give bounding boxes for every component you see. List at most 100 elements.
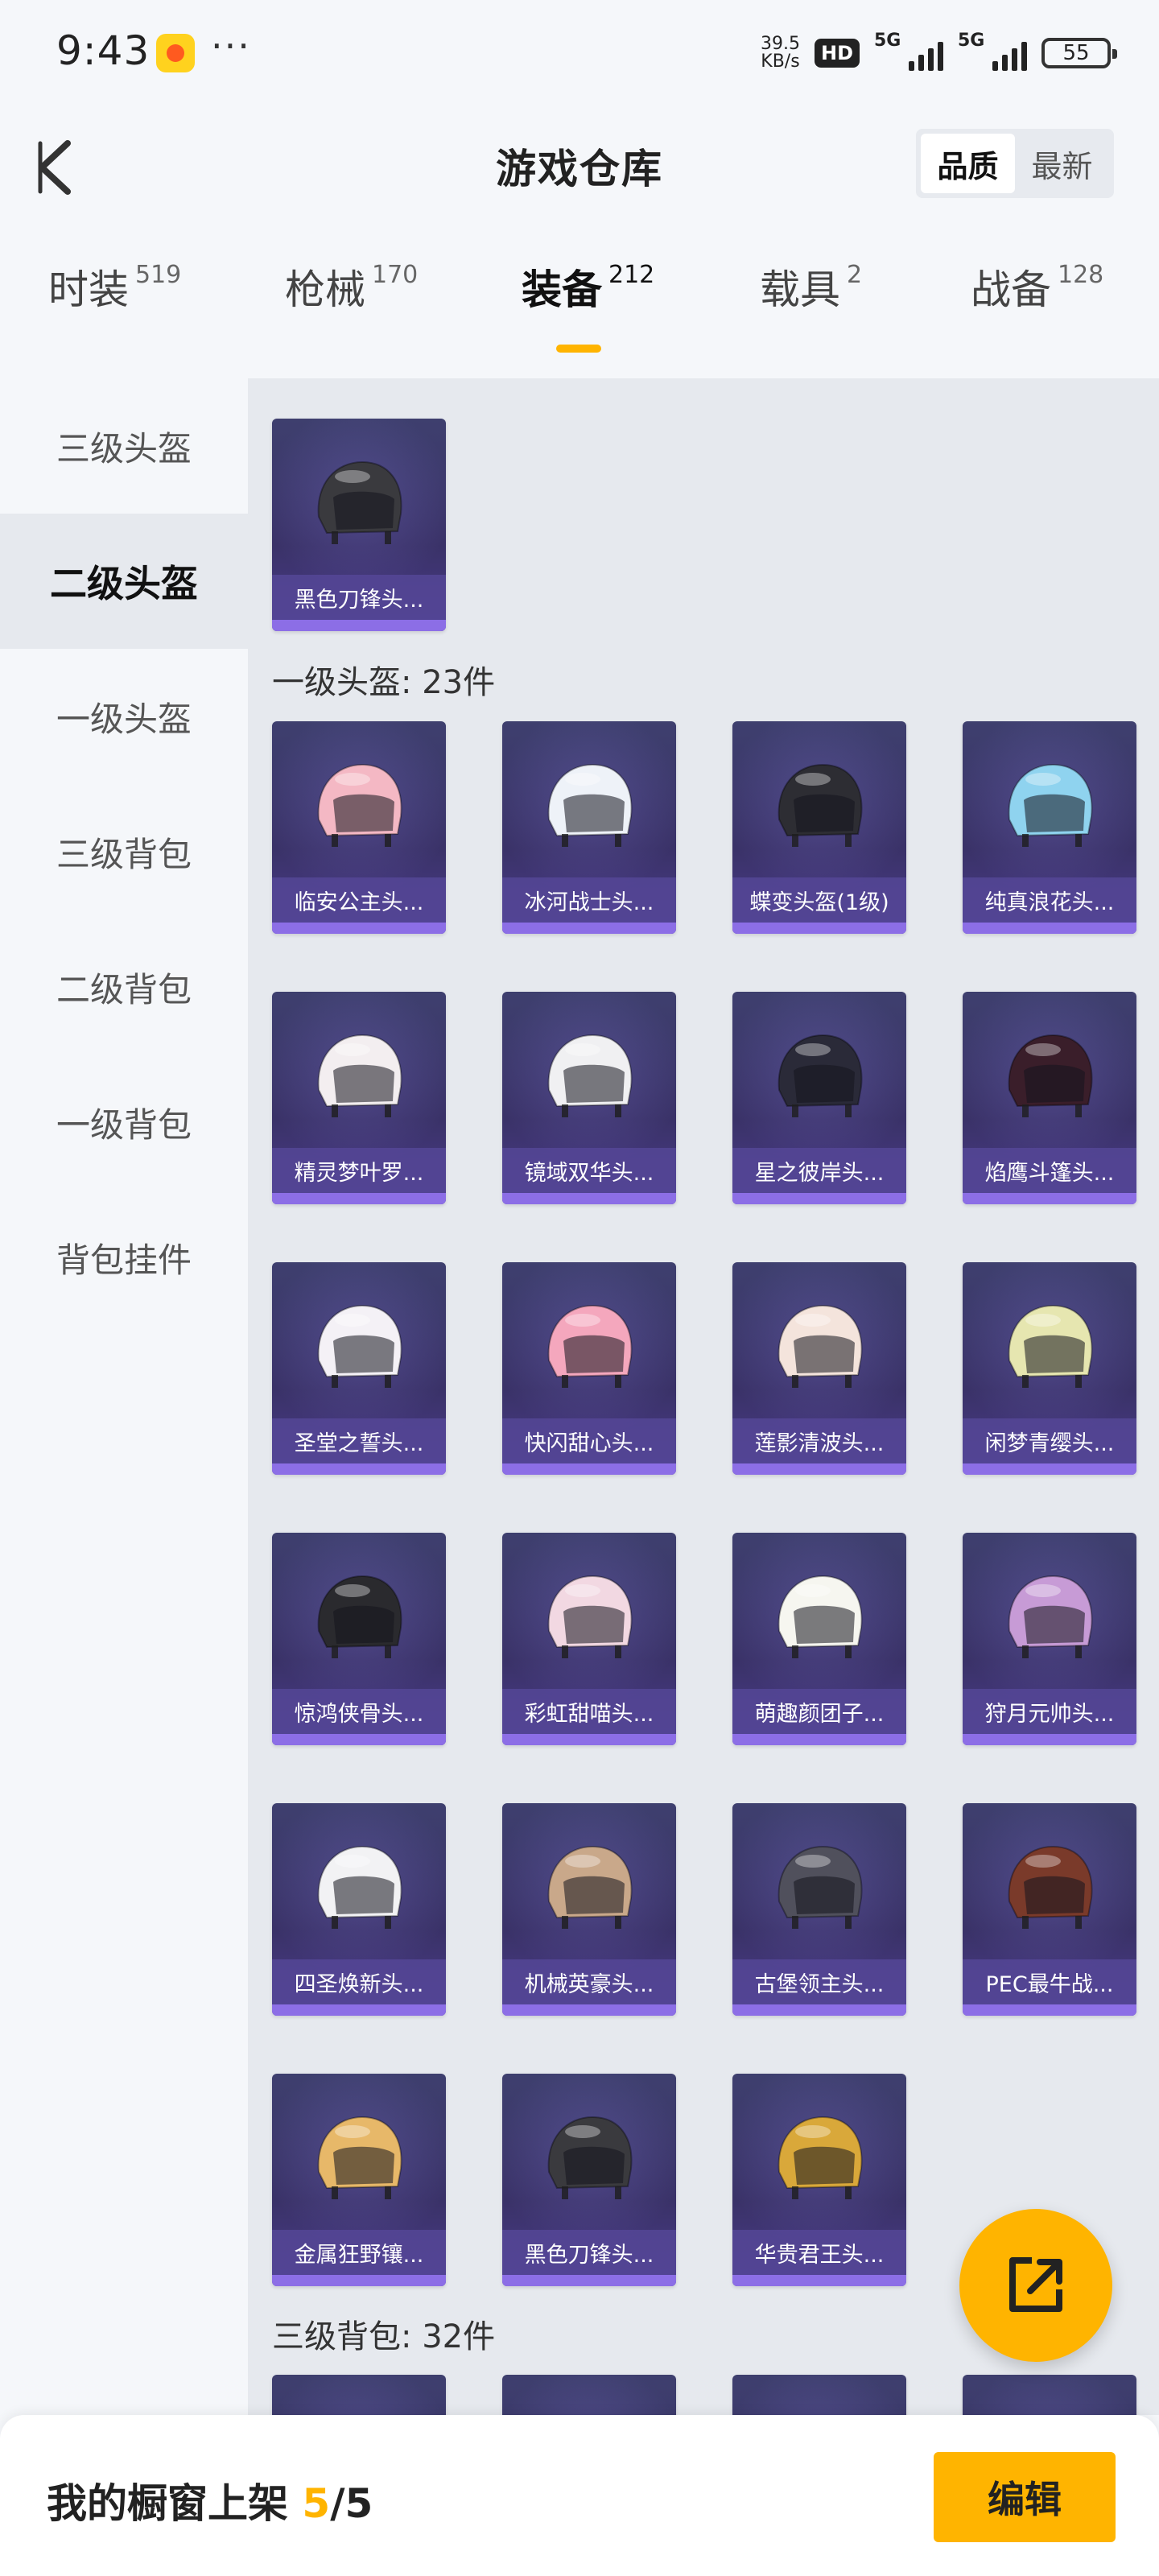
tab-supplies[interactable]: 战备 128	[971, 258, 1103, 316]
item-name: 临安公主头...	[272, 877, 446, 923]
sort-latest-button[interactable]: 最新	[1015, 134, 1109, 193]
edit-button[interactable]: 编辑	[934, 2452, 1116, 2542]
item-name: 彩虹甜喵头...	[502, 1689, 676, 1734]
item-name: 萌趣颜团子...	[732, 1689, 906, 1734]
helmet-icon	[547, 1304, 633, 1388]
rarity-strip	[272, 923, 446, 934]
rarity-strip	[963, 2004, 1136, 2016]
helmet-icon	[317, 1034, 402, 1117]
helmet-icon	[1008, 1845, 1093, 1929]
rarity-strip	[272, 1193, 446, 1204]
item-name: 镜域双华头...	[502, 1148, 676, 1193]
category-tabs: 时装 519 枪械 170 装备 212 载具 2 战备 128	[0, 258, 1159, 362]
tab-fashion[interactable]: 时装 519	[48, 258, 181, 316]
item-card[interactable]: 莲影清波头...	[732, 1262, 906, 1475]
tab-equipment[interactable]: 装备 212	[522, 258, 654, 353]
rarity-strip	[963, 1463, 1136, 1475]
item-name: 纯真浪花头...	[963, 877, 1136, 923]
rarity-strip	[502, 1463, 676, 1475]
helmet-icon	[1008, 1575, 1093, 1658]
signal-strength-icon-2: 5G	[958, 31, 1027, 76]
item-name: 金属狂野镶...	[272, 2230, 446, 2275]
item-card[interactable]: 惊鸿侠骨头...	[272, 1533, 446, 1745]
item-name: 黑色刀锋头...	[502, 2230, 676, 2275]
page-header: 游戏仓库 品质 最新	[0, 105, 1159, 225]
item-card[interactable]: 精灵梦叶罗...	[272, 992, 446, 1204]
item-card[interactable]: 金属狂野镶...	[272, 2074, 446, 2286]
item-card[interactable]: 闲梦青缨头...	[963, 1262, 1136, 1475]
item-name: 闲梦青缨头...	[963, 1418, 1136, 1463]
rarity-strip	[732, 2004, 906, 2016]
item-card[interactable]: 蝶变头盔(1级)	[732, 721, 906, 934]
helmet-icon	[317, 1304, 402, 1388]
item-card[interactable]: 星之彼岸头...	[732, 992, 906, 1204]
helmet-icon	[777, 2116, 863, 2199]
item-card[interactable]: 快闪甜心头...	[502, 1262, 676, 1475]
item-name: 圣堂之誓头...	[272, 1418, 446, 1463]
tab-weapons[interactable]: 枪械 170	[285, 258, 418, 316]
item-name: 惊鸿侠骨头...	[272, 1689, 446, 1734]
item-card-partial[interactable]	[272, 2375, 446, 2415]
item-card[interactable]: 机械英豪头...	[502, 1803, 676, 2016]
item-name: 焰鹰斗篷头...	[963, 1148, 1136, 1193]
item-card[interactable]: 纯真浪花头...	[963, 721, 1136, 934]
rarity-strip	[502, 2004, 676, 2016]
item-card-partial[interactable]	[963, 2375, 1136, 2415]
rarity-strip	[502, 923, 676, 934]
item-card[interactable]: 古堡领主头...	[732, 1803, 906, 2016]
item-name: 冰河战士头...	[502, 877, 676, 923]
item-card[interactable]: 狩月元帅头...	[963, 1533, 1136, 1745]
rarity-strip	[732, 1734, 906, 1745]
share-button[interactable]	[959, 2209, 1112, 2362]
helmet-icon	[777, 763, 863, 847]
item-card[interactable]: 圣堂之誓头...	[272, 1262, 446, 1475]
item-card[interactable]: PEC最牛战...	[963, 1803, 1136, 2016]
rarity-strip	[272, 1734, 446, 1745]
item-name: 华贵君王头...	[732, 2230, 906, 2275]
helmet-icon	[547, 1034, 633, 1117]
side-item-level1-helmet[interactable]: 一级头盔	[0, 649, 248, 784]
item-name: 莲影清波头...	[732, 1418, 906, 1463]
item-name: 快闪甜心头...	[502, 1418, 676, 1463]
item-card[interactable]: 焰鹰斗篷头...	[963, 992, 1136, 1204]
helmet-icon	[777, 1304, 863, 1388]
item-name: 黑色刀锋头...	[272, 575, 446, 620]
item-card[interactable]: 冰河战士头...	[502, 721, 676, 934]
rarity-strip	[272, 620, 446, 631]
helmet-icon	[1008, 1034, 1093, 1117]
rarity-strip	[732, 1463, 906, 1475]
helmet-icon	[317, 1575, 402, 1658]
item-name: 四圣焕新头...	[272, 1959, 446, 2004]
side-item-level3-backpack[interactable]: 三级背包	[0, 784, 248, 919]
helmet-icon	[1008, 763, 1093, 847]
side-item-level2-helmet[interactable]: 二级头盔	[0, 514, 248, 649]
helmet-icon	[317, 763, 402, 847]
helmet-icon	[777, 1845, 863, 1929]
side-item-level1-backpack[interactable]: 一级背包	[0, 1055, 248, 1190]
rarity-strip	[732, 1193, 906, 1204]
helmet-icon	[547, 1845, 633, 1929]
side-item-backpack-pendant[interactable]: 背包挂件	[0, 1190, 248, 1325]
item-name: 狩月元帅头...	[963, 1689, 1136, 1734]
item-card[interactable]: 黑色刀锋头...	[502, 2074, 676, 2286]
rarity-strip	[272, 2275, 446, 2286]
rarity-strip	[963, 1734, 1136, 1745]
sort-quality-button[interactable]: 品质	[921, 134, 1015, 193]
share-icon	[1009, 2257, 1062, 2312]
signal-strength-icon: 5G	[874, 31, 943, 76]
status-time: 9:43	[56, 27, 151, 74]
side-menu: 三级头盔 二级头盔 一级头盔 三级背包 二级背包 一级背包 背包挂件	[0, 378, 248, 2415]
item-card[interactable]: 萌趣颜团子...	[732, 1533, 906, 1745]
item-card[interactable]: 临安公主头...	[272, 721, 446, 934]
tab-vehicles[interactable]: 载具 2	[760, 258, 862, 316]
item-card[interactable]: 彩虹甜喵头...	[502, 1533, 676, 1745]
item-card[interactable]: 四圣焕新头...	[272, 1803, 446, 2016]
item-card[interactable]: 镜域双华头...	[502, 992, 676, 1204]
item-card[interactable]: 华贵君王头...	[732, 2074, 906, 2286]
item-card[interactable]: 黑色刀锋头...	[272, 419, 446, 631]
side-item-level2-backpack[interactable]: 二级背包	[0, 919, 248, 1055]
item-card-partial[interactable]	[732, 2375, 906, 2415]
item-card-partial[interactable]	[502, 2375, 676, 2415]
side-item-level3-helmet[interactable]: 三级头盔	[0, 378, 248, 514]
helmet-icon	[777, 1575, 863, 1658]
